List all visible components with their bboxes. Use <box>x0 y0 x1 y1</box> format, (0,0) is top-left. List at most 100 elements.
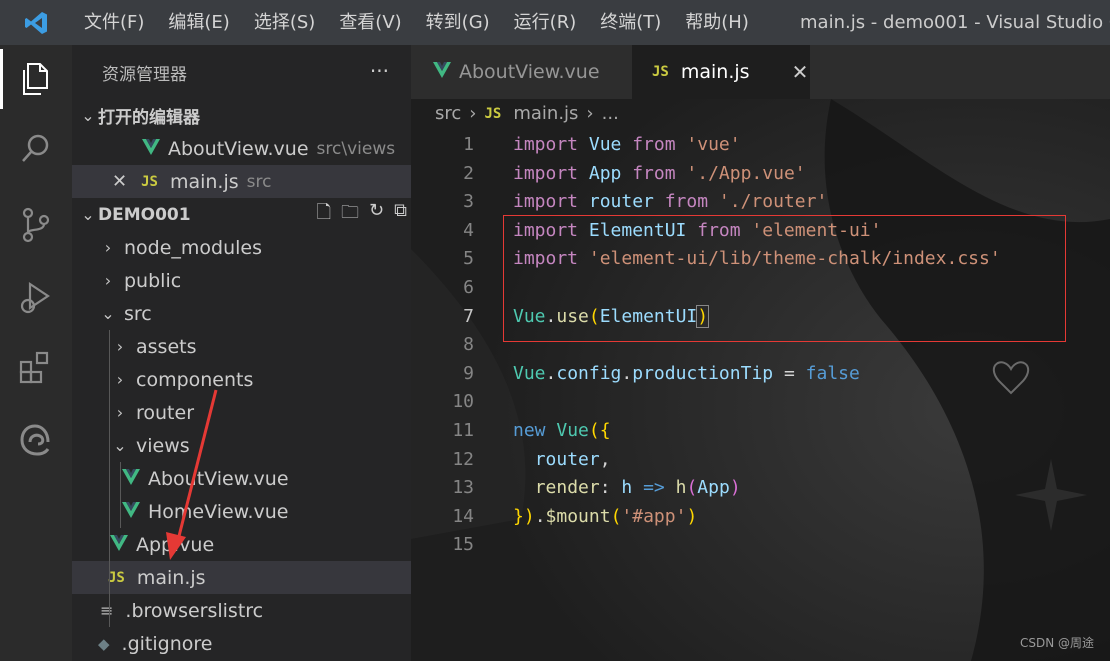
more-actions-icon[interactable]: ··· <box>370 59 389 83</box>
code-line[interactable]: 15 <box>411 530 1110 559</box>
code-line[interactable]: 1 import Vue from 'vue' <box>411 130 1110 159</box>
tree-file-main-js[interactable]: JS main.js <box>72 561 411 594</box>
line-number: 14 <box>452 505 474 527</box>
window-title: main.js - demo001 - Visual Studio Code <box>800 12 1110 33</box>
code-line[interactable]: 12 router, <box>411 445 1110 474</box>
tree-folder-assets[interactable]: › assets <box>72 330 411 363</box>
code-token: import <box>513 191 589 213</box>
close-icon[interactable]: ✕ <box>112 171 127 192</box>
code-token: h <box>621 477 644 499</box>
search-icon[interactable] <box>0 119 72 179</box>
code-token: render <box>534 477 600 499</box>
active-indicator <box>0 49 3 109</box>
new-folder-icon[interactable]: 🗀 <box>341 200 359 230</box>
chevron-right-icon: › <box>586 103 594 124</box>
code-line[interactable]: 2 import App from './App.vue' <box>411 159 1110 188</box>
code-token: }) <box>513 505 535 527</box>
tree-folder-src[interactable]: ⌄ src <box>72 297 411 330</box>
breadcrumb-folder[interactable]: src <box>435 103 461 124</box>
project-section[interactable]: ⌄ DEMO001 🗋 🗀 ↻ ⧉ <box>72 198 411 231</box>
vue-file-icon <box>142 138 160 160</box>
menu-item[interactable]: 选择(S) <box>242 0 327 45</box>
line-number: 1 <box>463 134 474 155</box>
open-editors-section[interactable]: ⌄ 打开的编辑器 <box>72 99 411 132</box>
breadcrumb: src › JS main.js › ... <box>435 103 619 124</box>
chevron-right-icon: › <box>469 103 477 124</box>
line-number: 10 <box>452 391 474 413</box>
tree-folder-node-modules[interactable]: › node_modules <box>72 231 411 264</box>
menu-item[interactable]: 文件(F) <box>72 0 156 45</box>
code-token: 'vue' <box>686 134 741 155</box>
code-line[interactable]: 9 Vue.config.productionTip = false <box>411 359 1110 388</box>
code-line[interactable]: 11 new Vue({ <box>411 416 1110 445</box>
menu-item[interactable]: 转到(G) <box>414 0 502 45</box>
code-line[interactable]: 14}).$mount('#app') <box>411 502 1110 531</box>
extensions-icon[interactable] <box>0 337 72 397</box>
code-token: ) <box>729 477 741 499</box>
menu-item[interactable]: 终端(T) <box>588 0 673 45</box>
code-token: import <box>513 134 589 155</box>
code-text: new Vue({ <box>513 416 611 445</box>
new-file-icon[interactable]: 🗋 <box>317 200 331 230</box>
code-token: router <box>534 448 600 470</box>
tab-main-js[interactable]: JS main.js ✕ <box>632 45 810 99</box>
explorer-icon[interactable] <box>0 49 72 109</box>
open-editor-item[interactable]: AboutView.vue src\views <box>72 132 411 165</box>
explorer-sidebar: 资源管理器 ··· ⌄ 打开的编辑器 AboutView.vue src\vie… <box>72 45 411 661</box>
source-control-icon[interactable] <box>0 195 72 255</box>
tree-indent-guide <box>109 330 110 627</box>
breadcrumb-file[interactable]: main.js <box>513 103 578 124</box>
close-icon[interactable]: ✕ <box>792 60 809 84</box>
vue-file-icon <box>110 534 128 556</box>
line-number: 8 <box>463 334 474 356</box>
refresh-icon[interactable]: ↻ <box>369 200 384 230</box>
open-editor-name: AboutView.vue <box>168 137 309 160</box>
editor-tabs: AboutView.vue JS main.js ✕ <box>411 45 1110 99</box>
code-token: Vue <box>588 134 633 155</box>
code-token: App <box>697 477 730 499</box>
tab-about-view[interactable]: AboutView.vue <box>411 45 632 99</box>
menu-item[interactable]: 查看(V) <box>327 0 413 45</box>
code-line[interactable]: 3 import router from './router' <box>411 187 1110 216</box>
code-text: import App from './App.vue' <box>513 159 806 188</box>
code-token: ( <box>610 505 622 527</box>
line-number: 13 <box>452 477 474 499</box>
code-editor[interactable]: src › JS main.js › ... 1 import Vue from … <box>411 99 1110 661</box>
tree-folder-router[interactable]: › router <box>72 396 411 429</box>
code-line[interactable]: 13 render: h => h(App) <box>411 473 1110 502</box>
open-editor-item[interactable]: ✕ JS main.js src <box>72 165 411 198</box>
tree-label: views <box>136 434 190 457</box>
activity-bar <box>0 45 72 661</box>
chevron-down-icon: ⌄ <box>81 205 95 224</box>
code-token: config <box>556 362 622 384</box>
tree-file-browserslistrc[interactable]: ≡ .browserslistrc <box>72 594 411 627</box>
tree-folder-components[interactable]: › components <box>72 363 411 396</box>
run-debug-icon[interactable] <box>0 267 72 327</box>
menu-item[interactable]: 运行(R) <box>502 0 589 45</box>
tree-file-app-vue[interactable]: App.vue <box>72 528 411 561</box>
line-number: 7 <box>463 305 474 327</box>
code-text: import router from './router' <box>513 187 827 216</box>
collapse-all-icon[interactable]: ⧉ <box>394 200 407 230</box>
tree-file-home-view[interactable]: HomeView.vue <box>72 495 411 528</box>
watermark: CSDN @周途 <box>1019 636 1094 650</box>
js-file-icon: JS <box>108 569 125 586</box>
edge-icon[interactable] <box>0 410 72 470</box>
tree-folder-public[interactable]: › public <box>72 264 411 297</box>
chevron-down-icon: ⌄ <box>81 106 95 125</box>
menu-item[interactable]: 编辑(E) <box>156 0 241 45</box>
tree-file-about-view[interactable]: AboutView.vue <box>72 462 411 495</box>
tab-label: main.js <box>680 61 750 83</box>
explorer-header: 资源管理器 ··· <box>72 45 411 99</box>
title-bar: 文件(F) 编辑(E) 选择(S) 查看(V) 转到(G) 运行(R) 终端(T) 帮助(H)… <box>0 0 1110 45</box>
code-token: : <box>599 477 622 499</box>
code-line[interactable]: 10 <box>411 387 1110 416</box>
menu-item[interactable]: 帮助(H) <box>673 0 761 45</box>
breadcrumb-tail[interactable]: ... <box>602 103 619 124</box>
chevron-right-icon: › <box>116 337 124 356</box>
tree-file-gitignore[interactable]: ◆ .gitignore <box>72 627 411 660</box>
tree-folder-views[interactable]: ⌄ views <box>72 429 411 462</box>
code-text: render: h => h(App) <box>513 473 741 502</box>
